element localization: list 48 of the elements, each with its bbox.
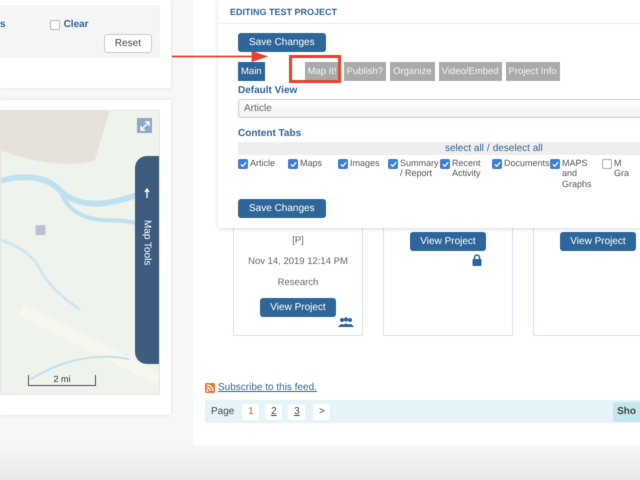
view-project-button[interactable]: View Project <box>560 232 636 251</box>
checkmark-icon <box>552 160 558 168</box>
checkmark-icon <box>340 160 346 168</box>
select-all-link[interactable]: select all <box>445 143 484 154</box>
filter-label: s <box>0 19 6 30</box>
lock-icon <box>472 254 482 266</box>
content-tabs-label: Content Tabs <box>238 128 302 139</box>
page-label: Page <box>211 406 234 417</box>
save-changes-button[interactable]: Save Changes <box>238 199 326 218</box>
view-project-button[interactable]: View Project <box>410 232 486 251</box>
deselect-all-link[interactable]: deselect all <box>492 143 543 154</box>
separator: / <box>486 143 490 154</box>
map-tools-tab[interactable]: Map Tools <box>135 156 159 364</box>
content-tab-checkbox[interactable]: MAPS and Graphs <box>550 158 600 190</box>
content-tab-checkbox[interactable]: Recent Activity <box>440 158 490 190</box>
checkmark-icon <box>240 160 246 168</box>
page-button[interactable]: 1 <box>242 404 260 420</box>
checkmark-icon <box>390 160 396 168</box>
checkmark-icon <box>494 160 500 168</box>
default-view-select[interactable]: Article <box>238 99 640 118</box>
show-button[interactable]: Sho <box>613 402 640 422</box>
project-date: Nov 14, 2019 12:14 PM <box>248 256 348 267</box>
project-tag: [P] <box>292 235 304 246</box>
scale-bar: 2 mi <box>28 375 96 386</box>
subscribe-link[interactable]: Subscribe to this feed. <box>218 382 317 393</box>
clear-checkbox[interactable]: Clear <box>50 19 89 30</box>
highlight-frame <box>289 55 341 83</box>
default-view-label: Default View <box>238 85 298 96</box>
checkmark-icon <box>442 160 448 168</box>
page-button[interactable]: 2 <box>265 404 282 420</box>
panel-title: EDITING TEST PROJECT <box>218 0 640 24</box>
expand-icon[interactable] <box>137 118 152 133</box>
tab[interactable]: Main <box>238 62 265 81</box>
project-category: Research <box>278 277 318 288</box>
content-tab-checkbox[interactable]: Summary / Report <box>388 158 438 190</box>
content-tab-checkbox[interactable]: Images <box>338 158 386 190</box>
content-tab-checkbox[interactable]: Maps <box>288 158 336 190</box>
content-tab-checkbox[interactable]: Documents <box>492 158 548 190</box>
rss-icon <box>205 382 215 392</box>
page-button[interactable]: 3 <box>288 404 306 420</box>
next-page-button[interactable]: > <box>313 404 330 420</box>
content-tab-checkbox[interactable]: Article <box>238 158 286 190</box>
group-icon <box>338 317 354 327</box>
checkmark-icon <box>290 160 296 168</box>
view-project-button[interactable]: View Project <box>260 298 336 317</box>
save-changes-button[interactable]: Save Changes <box>238 33 326 52</box>
reset-button[interactable]: Reset <box>104 34 152 53</box>
arrow-icon <box>144 188 150 198</box>
